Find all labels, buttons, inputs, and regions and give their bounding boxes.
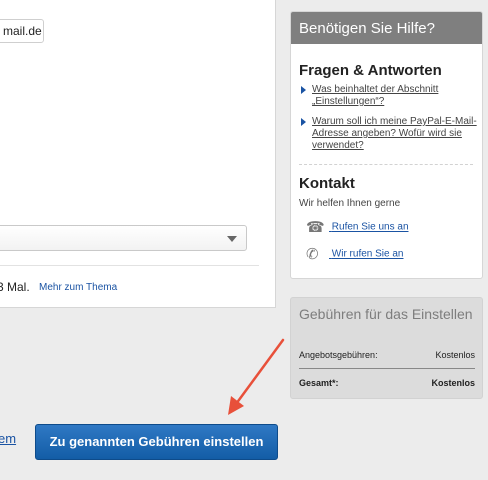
help-divider — [299, 164, 473, 165]
chevron-down-icon — [227, 236, 237, 242]
more-info-link[interactable]: Mehr zum Thema — [39, 282, 117, 293]
callback-label: Wir rufen Sie an — [331, 248, 404, 260]
secondary-link[interactable]: em — [0, 431, 16, 446]
faq-title: Fragen & Antworten — [299, 62, 442, 79]
contact-subtitle: Wir helfen Ihnen gerne — [299, 198, 401, 209]
settings-select[interactable] — [0, 225, 247, 251]
times-text: 3 Mal. — [0, 280, 30, 294]
fee-total-value: Kostenlos — [431, 378, 475, 388]
fee-label: Angebotsgebühren: — [299, 350, 378, 360]
form-divider — [0, 265, 259, 266]
fee-value: Kostenlos — [435, 350, 475, 360]
faq-item-label: Warum soll ich meine PayPal-E-Mail-Adres… — [312, 116, 477, 151]
faq-item-settings[interactable]: Was beinhaltet der Abschnitt „Einstellun… — [301, 84, 477, 108]
paypal-email-field[interactable]: mail.de — [0, 19, 44, 43]
fee-summary-panel: Gebühren für das Einstellen Angebotsgebü… — [290, 297, 483, 399]
help-panel-title: Benötigen Sie Hilfe? — [291, 12, 482, 44]
callback-icon: ✆ — [306, 246, 319, 263]
triangle-bullet-icon — [301, 118, 306, 126]
contact-title: Kontakt — [299, 175, 355, 192]
paypal-email-value: mail.de — [3, 24, 42, 38]
callback-link[interactable]: ✆ Wir rufen Sie an — [306, 245, 403, 263]
fee-row-listing: Angebotsgebühren: Kostenlos — [299, 350, 475, 360]
faq-item-paypal-email[interactable]: Warum soll ich meine PayPal-E-Mail-Adres… — [301, 116, 477, 152]
fee-total-label: Gesamt*: — [299, 378, 339, 388]
fee-row-total: Gesamt*: Kostenlos — [299, 378, 475, 388]
phone-icon: ☎ — [306, 219, 325, 236]
fee-summary-title: Gebühren für das Einstellen — [299, 306, 473, 322]
form-panel: mail.de 3 Mal. Mehr zum Thema — [0, 0, 276, 308]
call-us-link[interactable]: ☎ Rufen Sie uns an — [306, 218, 409, 236]
submit-listing-button[interactable]: Zu genannten Gebühren einstellen — [35, 424, 278, 460]
help-panel: Benötigen Sie Hilfe? Fragen & Antworten … — [290, 11, 483, 279]
call-us-label: Rufen Sie uns an — [331, 221, 409, 233]
fee-divider — [299, 368, 475, 369]
triangle-bullet-icon — [301, 86, 306, 94]
faq-item-label: Was beinhaltet der Abschnitt „Einstellun… — [312, 84, 439, 107]
